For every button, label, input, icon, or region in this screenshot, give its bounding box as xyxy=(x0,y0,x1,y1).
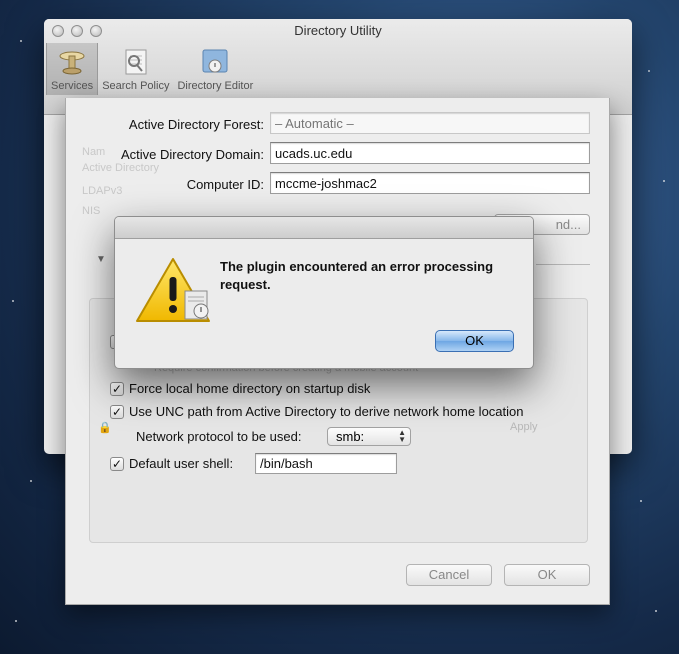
use-unc-row[interactable]: ✓ Use UNC path from Active Directory to … xyxy=(110,404,524,419)
toolbar-item-directory-editor[interactable]: Directory Editor xyxy=(173,43,257,95)
default-shell-checkbox[interactable]: ✓ xyxy=(110,456,124,471)
toolbar-item-services[interactable]: Services xyxy=(46,43,99,95)
default-shell-row[interactable]: ✓ Default user shell: xyxy=(110,456,233,471)
force-local-home-checkbox[interactable]: ✓ xyxy=(110,381,124,396)
toolbar-item-search-policy[interactable]: Search Policy xyxy=(98,43,173,95)
services-icon xyxy=(56,46,88,78)
default-shell-label: Default user shell: xyxy=(129,456,234,471)
forest-label: Active Directory Forest: xyxy=(128,117,264,132)
use-unc-checkbox[interactable]: ✓ xyxy=(110,404,124,419)
cancel-button[interactable]: Cancel xyxy=(406,564,492,586)
window-title: Directory Utility xyxy=(294,23,382,38)
apply-partial: Apply xyxy=(510,421,538,433)
toolbar-label: Search Policy xyxy=(102,80,170,92)
force-local-home-row[interactable]: ✓ Force local home directory on startup … xyxy=(110,381,370,396)
ok-button[interactable]: OK xyxy=(504,564,590,586)
alert-titlebar xyxy=(115,217,533,239)
computer-id-field[interactable] xyxy=(270,172,590,194)
separator xyxy=(536,264,590,265)
toolbar-label: Services xyxy=(51,80,94,92)
default-shell-field[interactable] xyxy=(255,453,397,474)
network-protocol-value: smb: xyxy=(336,429,365,444)
domain-field[interactable] xyxy=(270,142,590,164)
network-protocol-label: Network protocol to be used: xyxy=(136,429,302,444)
behind-text: NIS xyxy=(82,205,101,217)
alert-ok-button[interactable]: OK xyxy=(435,330,514,352)
forest-field[interactable] xyxy=(270,112,590,134)
warning-icon xyxy=(135,257,221,325)
domain-label: Active Directory Domain: xyxy=(120,147,264,162)
toolbar: Services Search Policy Directory Editor xyxy=(46,43,257,95)
network-protocol-popup[interactable]: smb: ▲ ▼ xyxy=(327,427,411,446)
disclosure-triangle-icon[interactable]: ▼ xyxy=(96,254,106,265)
error-alert-dialog: The plugin encountered an error processi… xyxy=(114,216,534,369)
toolbar-label: Directory Editor xyxy=(177,80,254,92)
search-policy-icon xyxy=(120,46,152,78)
computer-id-label: Computer ID: xyxy=(186,177,264,192)
use-unc-label: Use UNC path from Active Directory to de… xyxy=(129,404,524,419)
alert-message: The plugin encountered an error processi… xyxy=(220,259,494,292)
lock-icon[interactable]: 🔒 xyxy=(98,421,112,434)
force-local-home-label: Force local home directory on startup di… xyxy=(129,381,371,396)
behind-text: Active Directory xyxy=(82,162,160,174)
popup-arrows-icon: ▲ ▼ xyxy=(398,428,406,444)
directory-editor-icon xyxy=(199,46,231,78)
